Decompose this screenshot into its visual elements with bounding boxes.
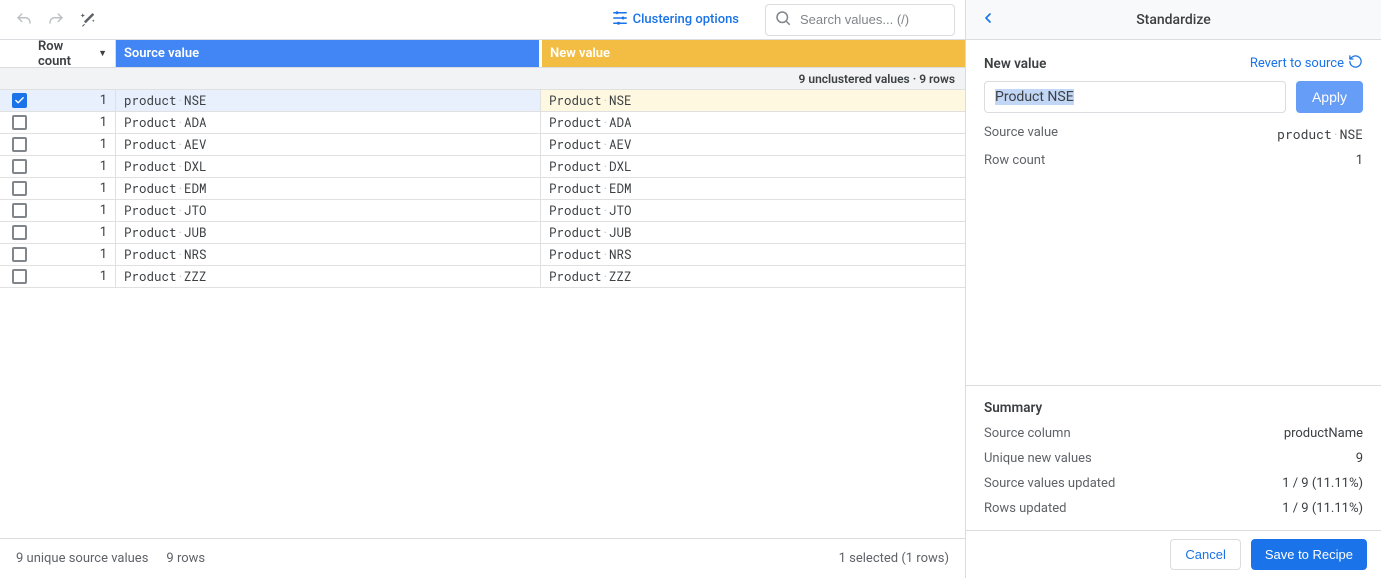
new-value-cell: Product·JUB xyxy=(541,222,965,243)
column-header-new-value[interactable]: New value xyxy=(542,40,965,67)
summary-heading: Summary xyxy=(984,400,1363,416)
new-value-input[interactable]: Product NSE xyxy=(984,81,1286,113)
source-value-cell: Product·JUB xyxy=(116,222,541,243)
tune-icon xyxy=(611,9,629,31)
search-icon xyxy=(774,9,798,31)
summary-key: Source column xyxy=(984,426,1071,441)
source-value-cell: Product·NRS xyxy=(116,244,541,265)
summary-key: Unique new values xyxy=(984,451,1092,466)
revert-label: Revert to source xyxy=(1250,56,1344,71)
save-to-recipe-button[interactable]: Save to Recipe xyxy=(1251,539,1367,570)
magic-wand-button[interactable] xyxy=(74,6,102,34)
row-count-cell: 1 xyxy=(38,244,116,265)
row-count-cell: 1 xyxy=(38,266,116,287)
row-checkbox[interactable] xyxy=(12,115,27,130)
panel-title: Standardize xyxy=(966,12,1381,28)
source-value-cell: product·NSE xyxy=(116,90,541,111)
table-row[interactable]: 1product·NSEProduct·NSE xyxy=(0,90,965,112)
row-count-cell: 1 xyxy=(38,200,116,221)
row-count-cell: 1 xyxy=(38,134,116,155)
search-field[interactable] xyxy=(765,4,955,36)
source-value-key: Source value xyxy=(984,125,1058,143)
clustering-options-button[interactable]: Clustering options xyxy=(603,5,747,35)
column-header-source-value[interactable]: Source value xyxy=(116,40,542,67)
row-count-cell: 1 xyxy=(38,222,116,243)
summary-value: productName xyxy=(1284,426,1363,441)
source-value-cell: Product·AEV xyxy=(116,134,541,155)
back-button[interactable] xyxy=(980,10,996,30)
row-checkbox[interactable] xyxy=(12,159,27,174)
row-checkbox[interactable] xyxy=(12,203,27,218)
new-value-heading: New value xyxy=(984,56,1046,72)
new-value-cell: Product·NSE xyxy=(541,90,965,111)
source-value-cell: Product·ADA xyxy=(116,112,541,133)
row-count-key: Row count xyxy=(984,153,1045,168)
table-row[interactable]: 1Product·ZZZProduct·ZZZ xyxy=(0,266,965,288)
new-value-cell: Product·ADA xyxy=(541,112,965,133)
sort-caret-icon: ▼ xyxy=(98,48,107,59)
source-value-cell: Product·DXL xyxy=(116,156,541,177)
row-checkbox[interactable] xyxy=(12,93,27,108)
summary-key: Source values updated xyxy=(984,476,1115,491)
summary-value: 1 / 9 (11.11%) xyxy=(1282,476,1363,491)
source-value-cell: Product·EDM xyxy=(116,178,541,199)
row-count-label: Row count xyxy=(38,39,94,69)
summary-value: 1 / 9 (11.11%) xyxy=(1282,501,1363,516)
row-checkbox[interactable] xyxy=(12,247,27,262)
source-value-cell: Product·ZZZ xyxy=(116,266,541,287)
column-header-row-count[interactable]: Row count ▼ xyxy=(38,40,116,67)
footer-selected-count: 1 selected (1 rows) xyxy=(839,551,949,566)
row-count-cell: 1 xyxy=(38,178,116,199)
clustering-options-label: Clustering options xyxy=(633,12,739,27)
search-input[interactable] xyxy=(798,11,946,28)
new-value-label: New value xyxy=(550,46,610,61)
table-row[interactable]: 1Product·NRSProduct·NRS xyxy=(0,244,965,266)
row-checkbox[interactable] xyxy=(12,269,27,284)
new-value-cell: Product·DXL xyxy=(541,156,965,177)
row-checkbox[interactable] xyxy=(12,181,27,196)
cancel-button[interactable]: Cancel xyxy=(1170,539,1240,570)
row-count-val: 1 xyxy=(1356,153,1363,168)
new-value-cell: Product·JTO xyxy=(541,200,965,221)
footer-row-count: 9 rows xyxy=(166,551,205,566)
summary-value: 9 xyxy=(1356,451,1363,466)
row-checkbox[interactable] xyxy=(12,137,27,152)
row-count-cell: 1 xyxy=(38,112,116,133)
source-value-cell: Product·JTO xyxy=(116,200,541,221)
row-checkbox[interactable] xyxy=(12,225,27,240)
source-value-val: product·NSE xyxy=(1277,125,1363,143)
table-row[interactable]: 1Product·AEVProduct·AEV xyxy=(0,134,965,156)
table-row[interactable]: 1Product·ADAProduct·ADA xyxy=(0,112,965,134)
new-value-cell: Product·EDM xyxy=(541,178,965,199)
table-row[interactable]: 1Product·JTOProduct·JTO xyxy=(0,200,965,222)
table-row[interactable]: 1Product·DXLProduct·DXL xyxy=(0,156,965,178)
undo-button[interactable] xyxy=(10,6,38,34)
new-value-cell: Product·NRS xyxy=(541,244,965,265)
apply-button[interactable]: Apply xyxy=(1296,81,1363,113)
revert-icon xyxy=(1348,54,1363,73)
revert-to-source-button[interactable]: Revert to source xyxy=(1250,54,1363,73)
row-count-cell: 1 xyxy=(38,90,116,111)
redo-button[interactable] xyxy=(42,6,70,34)
table-row[interactable]: 1Product·JUBProduct·JUB xyxy=(0,222,965,244)
footer-unique-count: 9 unique source values xyxy=(16,551,148,566)
row-count-cell: 1 xyxy=(38,156,116,177)
column-header-spacer xyxy=(0,40,38,67)
source-value-label: Source value xyxy=(124,46,199,61)
unclustered-status: 9 unclustered values · 9 rows xyxy=(0,68,965,90)
summary-key: Rows updated xyxy=(984,501,1066,516)
new-value-cell: Product·ZZZ xyxy=(541,266,965,287)
new-value-cell: Product·AEV xyxy=(541,134,965,155)
table-row[interactable]: 1Product·EDMProduct·EDM xyxy=(0,178,965,200)
